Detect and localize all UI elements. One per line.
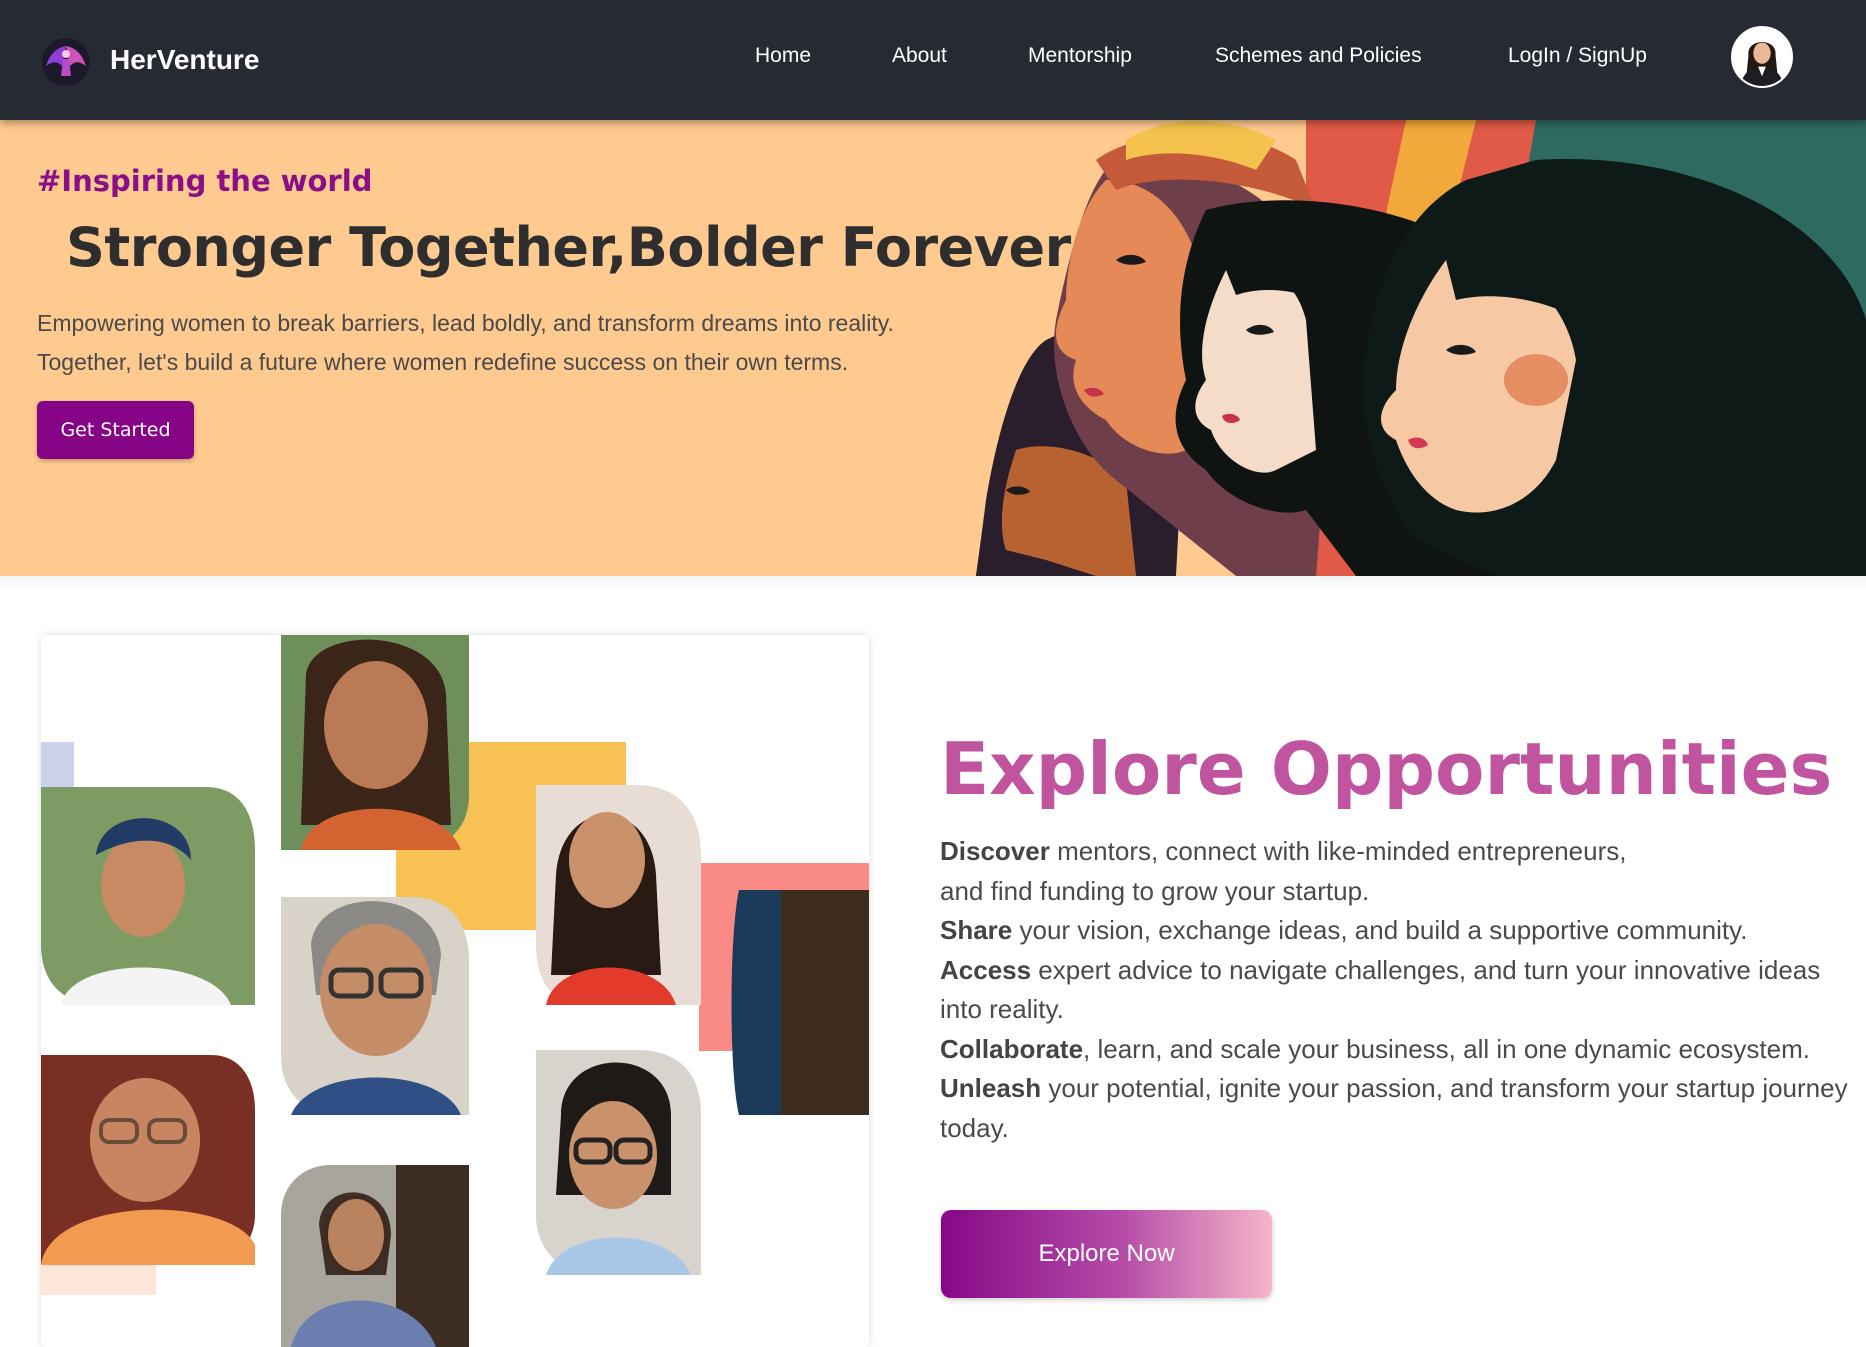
explore-now-button[interactable]: Explore Now: [941, 1210, 1272, 1298]
explore-line: into reality.: [940, 990, 1860, 1030]
women-entrepreneurs-photo-collage: [41, 635, 869, 1347]
explore-line-text: mentors, connect with like-minded entrep…: [1049, 836, 1627, 866]
explore-line: Collaborate, learn, and scale your busin…: [940, 1030, 1860, 1070]
explore-title: Explore Opportunities: [940, 727, 1833, 811]
portrait-3: [536, 785, 701, 1005]
explore-line-text: your vision, exchange ideas, and build a…: [1012, 915, 1748, 945]
main-nav: Home About Mentorship Schemes and Polici…: [0, 0, 1866, 120]
portrait-7: [536, 1050, 701, 1275]
portrait-6: [41, 1055, 255, 1265]
explore-line-keyword: Share: [940, 915, 1013, 945]
hero-tagline: #Inspiring the world: [37, 164, 373, 198]
hero-description: Empowering women to break barriers, lead…: [37, 304, 997, 382]
navbar: HerVenture Home About Mentorship Schemes…: [0, 0, 1866, 120]
explore-line: Discover mentors, connect with like-mind…: [940, 832, 1860, 872]
hero-description-line-1: Empowering women to break barriers, lead…: [37, 310, 894, 336]
portrait-1: [41, 787, 255, 1005]
hero-description-line-2: Together, let's build a future where wom…: [37, 349, 849, 375]
user-avatar-icon[interactable]: [1731, 26, 1793, 88]
explore-line: and find funding to grow your startup.: [940, 872, 1860, 912]
nav-about[interactable]: About: [892, 44, 947, 68]
get-started-button[interactable]: Get Started: [37, 401, 194, 459]
explore-line-text: expert advice to navigate challenges, an…: [1031, 954, 1821, 985]
explore-line-text: , learn, and scale your business, all in…: [1083, 1033, 1810, 1064]
explore-line-keyword: Collaborate: [940, 1033, 1084, 1064]
explore-line-keyword: Discover: [940, 836, 1050, 866]
portrait-5: [731, 890, 869, 1115]
explore-line-text: today.: [940, 1112, 1009, 1143]
explore-line-text: into reality.: [940, 994, 1064, 1024]
hero-banner: #Inspiring the world Stronger Together,B…: [0, 120, 1866, 576]
nav-login-signup[interactable]: LogIn / SignUp: [1508, 44, 1647, 68]
nav-schemes-and-policies[interactable]: Schemes and Policies: [1215, 44, 1422, 68]
portrait-2: [281, 635, 469, 850]
women-profiles-illustration: [976, 120, 1866, 576]
section-divider: [0, 576, 1866, 588]
explore-line: Unleash your potential, ignite your pass…: [940, 1069, 1860, 1109]
explore-line-text: your potential, ignite your passion, and…: [1041, 1073, 1848, 1103]
nav-home[interactable]: Home: [755, 44, 811, 68]
hero-title: Stronger Together,Bolder Forever: [66, 216, 1071, 279]
portrait-8: [281, 1165, 469, 1347]
explore-line: Share your vision, exchange ideas, and b…: [940, 911, 1860, 951]
explore-line-keyword: Unleash: [940, 1073, 1042, 1103]
explore-line: today.: [940, 1109, 1860, 1149]
nav-mentorship[interactable]: Mentorship: [1028, 44, 1132, 68]
portrait-4: [281, 897, 469, 1115]
explore-line-keyword: Access: [940, 954, 1032, 985]
explore-line: Access expert advice to navigate challen…: [940, 951, 1860, 991]
explore-description: Discover mentors, connect with like-mind…: [940, 832, 1860, 1148]
explore-line-text: and find funding to grow your startup.: [940, 875, 1370, 906]
